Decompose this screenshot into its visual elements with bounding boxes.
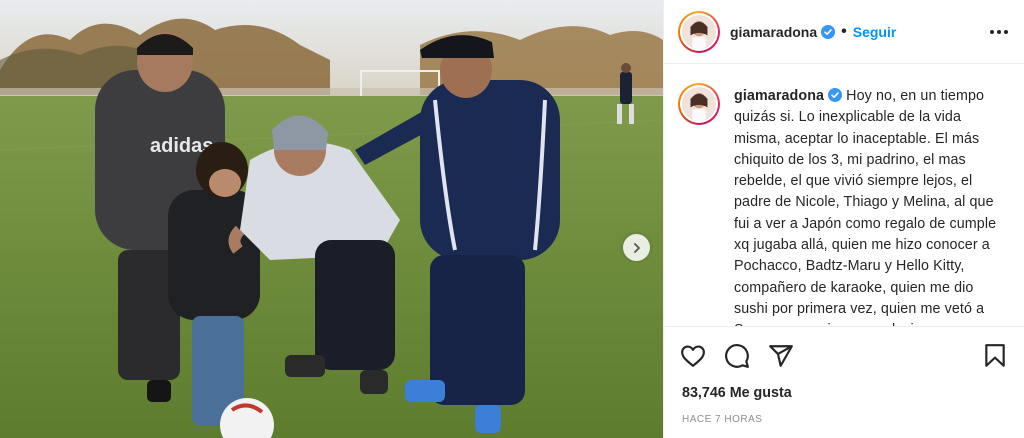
save-button[interactable] xyxy=(982,343,1008,369)
like-count[interactable]: 83,746 Me gusta xyxy=(664,385,1024,401)
post-actions-area: 83,746 Me gusta HACE 7 HORAS xyxy=(664,326,1024,438)
verified-badge-icon xyxy=(828,88,843,102)
caption-username[interactable]: giamaradona xyxy=(734,88,824,104)
post-timestamp[interactable]: HACE 7 HORAS xyxy=(664,414,1024,425)
next-image-button[interactable] xyxy=(623,234,650,261)
post-header: giamaradona • Seguir xyxy=(664,0,1024,64)
more-options-icon[interactable] xyxy=(988,24,1010,40)
photo-scene: adidas xyxy=(0,0,663,438)
heart-icon xyxy=(681,345,705,367)
follow-button[interactable]: Seguir xyxy=(853,24,897,40)
post-side-panel: giamaradona • Seguir giamaradona Hoy no,… xyxy=(663,0,1024,438)
caption-area[interactable]: giamaradona Hoy no, en un tiempo quizás … xyxy=(664,64,1024,326)
caption-avatar[interactable] xyxy=(678,83,720,125)
caption: giamaradona Hoy no, en un tiempo quizás … xyxy=(734,86,1010,326)
profile-photo xyxy=(682,14,716,49)
action-bar xyxy=(664,327,1024,385)
separator-dot: • xyxy=(841,22,847,40)
send-icon xyxy=(769,345,793,367)
profile-photo xyxy=(682,87,716,121)
bookmark-icon xyxy=(985,344,1005,367)
verified-badge-icon xyxy=(821,24,836,39)
comment-icon xyxy=(725,344,749,368)
post-photo[interactable]: adidas xyxy=(0,0,663,438)
comment-button[interactable] xyxy=(724,343,750,369)
share-button[interactable] xyxy=(768,343,794,369)
like-button[interactable] xyxy=(680,343,706,369)
avatar[interactable] xyxy=(678,10,720,53)
caption-body: Hoy no, en un tiempo quizás si. Lo inexp… xyxy=(734,88,997,326)
username-link[interactable]: giamaradona xyxy=(730,24,817,40)
chevron-right-icon xyxy=(633,242,640,253)
